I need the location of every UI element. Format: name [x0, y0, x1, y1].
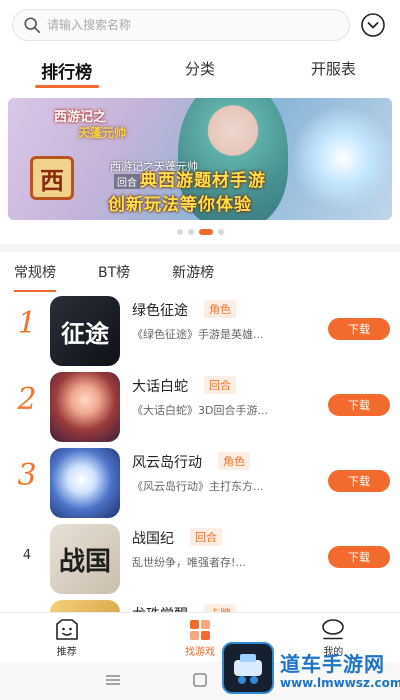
search-box[interactable] [12, 9, 350, 41]
rank-number: 4 [22, 548, 32, 563]
site-watermark: 道车手游网 www.lmwwsz.com [222, 642, 400, 700]
grid-icon [189, 620, 210, 640]
game-name: 绿色征途 [132, 303, 188, 319]
download-button[interactable]: 下载 [328, 546, 390, 568]
download-manager-button[interactable] [358, 10, 388, 40]
game-icon-text [50, 448, 120, 518]
genre-tag: 角色 [204, 300, 236, 318]
nav-label: 找游戏 [184, 647, 215, 658]
game-name: 大话白蛇 [132, 379, 188, 395]
person-icon [322, 619, 345, 640]
download-button[interactable]: 下载 [328, 394, 390, 416]
banner-logo-line2: 天蓬元帅 [78, 126, 127, 140]
list-item[interactable]: 3 风云岛行动 角色 《风云岛行动》主打东方... 下载 [0, 444, 400, 520]
game-icon-text [50, 372, 120, 442]
carousel-indicator [0, 228, 400, 236]
rank-number: 2 [17, 382, 37, 417]
game-description: 乱世纷争，唯强者存!... [132, 556, 246, 569]
watermark-logo-icon [222, 642, 274, 694]
game-description: 《风云岛行动》主打东方... [132, 480, 264, 493]
main-tabs: 排行榜 分类 开服表 [0, 52, 400, 90]
carousel-dot-active[interactable] [198, 229, 213, 235]
rank-number: 3 [17, 458, 37, 493]
list-item[interactable]: 2 大话白蛇 回合 《大话白蛇》3D回合手游... 下载 [0, 368, 400, 444]
game-name: 风云岛行动 [132, 455, 202, 471]
game-icon[interactable]: 征途 [50, 296, 120, 366]
tab-ranking[interactable]: 排行榜 [0, 52, 133, 90]
nav-label: 推荐 [56, 647, 77, 658]
genre-tag: 角色 [218, 452, 250, 470]
banner-logo-line1: 西游记之 [54, 110, 107, 125]
nav-recommend[interactable]: 推荐 [0, 613, 133, 662]
game-icon-text: 战国 [58, 546, 111, 577]
app-screen: 排行榜 分类 开服表 西游记之 天蓬元帅 西 西游记之天蓬元帅 回合 典西游题材… [0, 0, 400, 700]
subtab-bt[interactable]: BT榜 [98, 258, 130, 288]
banner-seal-icon: 西 [30, 156, 74, 200]
download-button[interactable]: 下载 [328, 318, 390, 340]
carousel-dot[interactable] [187, 229, 194, 235]
search-row [12, 8, 388, 42]
list-item[interactable]: 4 战国 战国纪 回合 乱世纷争，唯强者存!... 下载 [0, 520, 400, 596]
game-icon[interactable] [50, 448, 120, 518]
list-item[interactable]: 1 征途 绿色征途 角色 《绿色征途》手游是英雄... 下载 [0, 292, 400, 368]
menu-icon[interactable] [104, 672, 122, 688]
game-icon[interactable]: 战国 [50, 524, 120, 594]
search-input[interactable] [47, 18, 307, 32]
rank-number: 1 [17, 306, 37, 341]
download-circle-icon [361, 13, 385, 37]
download-button[interactable]: 下载 [328, 470, 390, 492]
carousel-dot[interactable] [176, 229, 183, 235]
home-icon[interactable] [192, 672, 208, 688]
promo-banner[interactable]: 西游记之 天蓬元帅 西 西游记之天蓬元帅 回合 典西游题材手游 创新玩法等你体验 [8, 98, 392, 220]
genre-tag: 回合 [204, 376, 236, 394]
game-icon-text: 征途 [61, 319, 109, 348]
banner-slogan-line2: 创新玩法等你体验 [108, 195, 252, 215]
game-name: 战国纪 [132, 531, 174, 547]
ranking-sub-tabs: 常规榜 BT榜 新游榜 [14, 258, 256, 292]
watermark-url: www.lmwwsz.com [280, 676, 400, 690]
banner-glow-art [288, 108, 392, 208]
game-description: 《绿色征途》手游是英雄... [132, 328, 264, 341]
banner-slogan-line1: 典西游题材手游 [140, 171, 266, 191]
watermark-title: 道车手游网 [280, 652, 385, 676]
section-divider [0, 244, 400, 252]
tab-server-schedule[interactable]: 开服表 [267, 52, 400, 90]
face-box-icon [55, 619, 78, 640]
genre-tag: 回合 [190, 528, 222, 546]
carousel-dot[interactable] [217, 229, 224, 235]
game-icon[interactable] [50, 372, 120, 442]
tab-category[interactable]: 分类 [133, 52, 266, 90]
subtab-regular[interactable]: 常规榜 [14, 258, 56, 292]
subtab-new[interactable]: 新游榜 [172, 258, 214, 288]
banner-tag: 回合 [114, 174, 140, 189]
search-icon [24, 17, 41, 34]
game-description: 《大话白蛇》3D回合手游... [132, 404, 268, 417]
